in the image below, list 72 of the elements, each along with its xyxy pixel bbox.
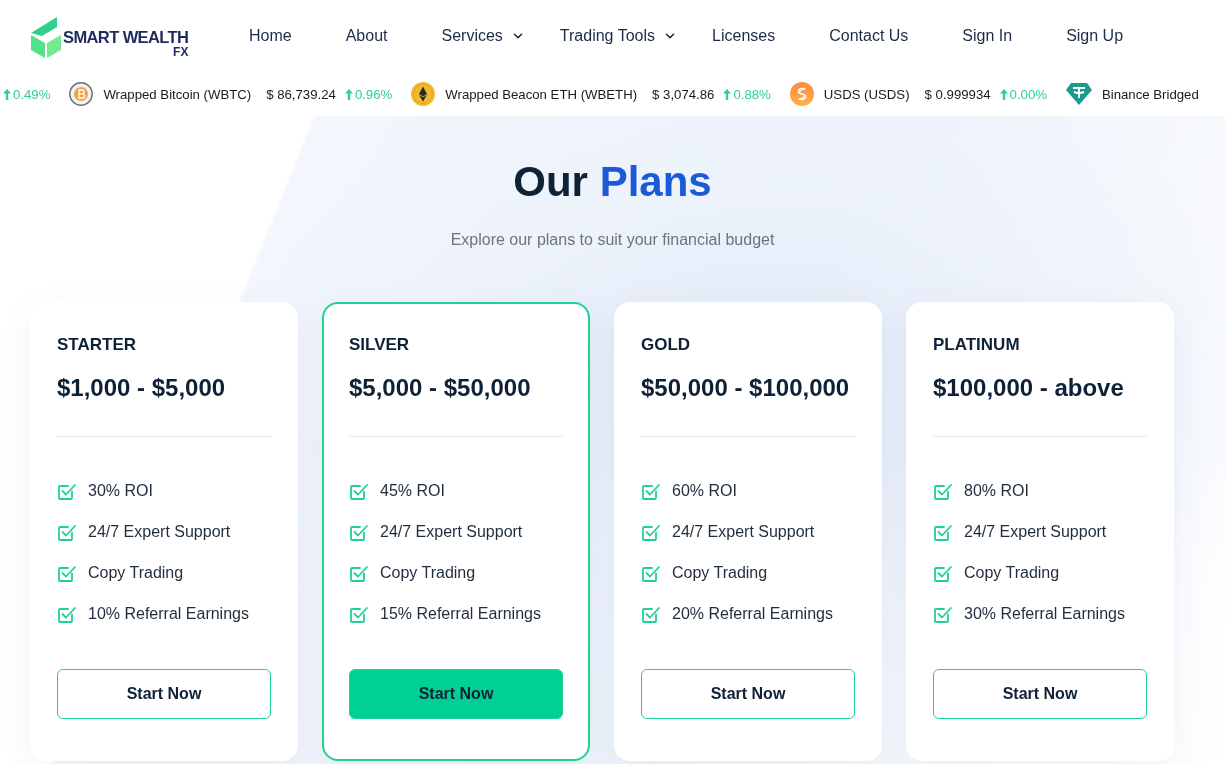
price-change: 0.00% bbox=[1009, 86, 1047, 102]
checkbox-tick-icon bbox=[57, 604, 77, 624]
plan-name: SILVER bbox=[349, 335, 411, 355]
plan-feature: 30% ROI bbox=[88, 481, 153, 501]
plan-feature: Copy Trading bbox=[964, 563, 1060, 583]
checkbox-tick-icon bbox=[933, 563, 953, 583]
plan-feature: 15% Referral Earnings bbox=[380, 604, 541, 624]
plan-feature: 24/7 Expert Support bbox=[964, 522, 1107, 542]
plan-feature: 30% Referral Earnings bbox=[964, 604, 1125, 624]
checkbox-tick-icon bbox=[349, 604, 369, 624]
coin-price: $ 3,074.86 bbox=[652, 86, 715, 102]
checkbox-tick-icon bbox=[933, 604, 953, 624]
coin-name: Binance Bridged bbox=[1101, 86, 1199, 102]
nav-link[interactable]: Sign In bbox=[962, 26, 1013, 46]
logo-icon bbox=[30, 14, 62, 58]
plan-price: $50,000 - $100,000 bbox=[641, 373, 851, 403]
checkbox-tick-icon bbox=[641, 481, 661, 501]
plan-feature: 24/7 Expert Support bbox=[88, 522, 231, 542]
checkbox-tick-icon bbox=[933, 522, 953, 542]
checkbox-tick-icon bbox=[641, 563, 661, 583]
section-title: Our Plans bbox=[513, 157, 712, 207]
plan-feature: 60% ROI bbox=[672, 481, 737, 501]
nav-link[interactable]: Contact Us bbox=[829, 26, 909, 46]
nav-link[interactable]: Licenses bbox=[712, 26, 776, 46]
coin-icon bbox=[69, 82, 94, 106]
price-change: 0.49% bbox=[13, 86, 51, 102]
nav-link[interactable]: About bbox=[345, 26, 388, 46]
plan-feature: Copy Trading bbox=[380, 563, 476, 583]
plan-feature: 10% Referral Earnings bbox=[88, 604, 249, 624]
checkbox-tick-icon bbox=[57, 563, 77, 583]
start-now-button[interactable]: Start Now bbox=[641, 669, 855, 719]
plan-name: STARTER bbox=[57, 335, 137, 355]
nav-link[interactable]: Services bbox=[441, 26, 525, 46]
checkbox-tick-icon bbox=[349, 563, 369, 583]
checkbox-tick-icon bbox=[933, 481, 953, 501]
start-now-button[interactable]: Start Now bbox=[57, 669, 271, 719]
plan-feature: 24/7 Expert Support bbox=[672, 522, 815, 542]
coin-icon bbox=[789, 82, 814, 106]
plan-feature: 20% Referral Earnings bbox=[672, 604, 833, 624]
start-now-button[interactable]: Start Now bbox=[933, 669, 1147, 719]
checkbox-tick-icon bbox=[57, 481, 77, 501]
checkbox-tick-icon bbox=[349, 522, 369, 542]
section-subtitle: Explore our plans to suit your financial budget bbox=[450, 230, 775, 250]
coin-icon bbox=[411, 82, 436, 106]
price-change: 0.96% bbox=[354, 86, 393, 102]
coin-price: $ 86,739.24 bbox=[266, 86, 336, 102]
plan-feature: 80% ROI bbox=[964, 481, 1029, 501]
checkbox-tick-icon bbox=[349, 481, 369, 501]
coin-name: USDS (USDS) bbox=[823, 86, 910, 102]
coin-price: $ 0.999934 bbox=[924, 86, 991, 102]
plan-feature: Copy Trading bbox=[672, 563, 768, 583]
price-change: 0.88% bbox=[733, 86, 771, 102]
plan-name: PLATINUM bbox=[933, 335, 1021, 355]
checkbox-tick-icon bbox=[641, 604, 661, 624]
diamond-coin-icon bbox=[1065, 83, 1092, 105]
nav-link[interactable]: Sign Up bbox=[1066, 26, 1124, 46]
plan-price: $100,000 - above bbox=[933, 373, 1125, 403]
coin-name: Wrapped Bitcoin (WBTC) bbox=[103, 86, 252, 102]
checkbox-tick-icon bbox=[57, 522, 77, 542]
start-now-button[interactable]: Start Now bbox=[349, 669, 563, 719]
checkbox-tick-icon bbox=[641, 522, 661, 542]
plan-feature: 45% ROI bbox=[380, 481, 445, 501]
nav-link[interactable]: Home bbox=[249, 26, 292, 46]
nav-link[interactable]: Trading Tools bbox=[559, 26, 678, 46]
logo-suffix: FX bbox=[173, 45, 189, 59]
coin-name: Wrapped Beacon ETH (WBETH) bbox=[445, 86, 638, 102]
plan-price: $1,000 - $5,000 bbox=[57, 373, 227, 403]
logo-text: SMART WEALTH bbox=[63, 27, 189, 46]
plan-feature: Copy Trading bbox=[88, 563, 184, 583]
plan-feature: 24/7 Expert Support bbox=[380, 522, 523, 542]
plan-name: GOLD bbox=[641, 335, 692, 355]
plan-price: $5,000 - $50,000 bbox=[349, 373, 532, 403]
